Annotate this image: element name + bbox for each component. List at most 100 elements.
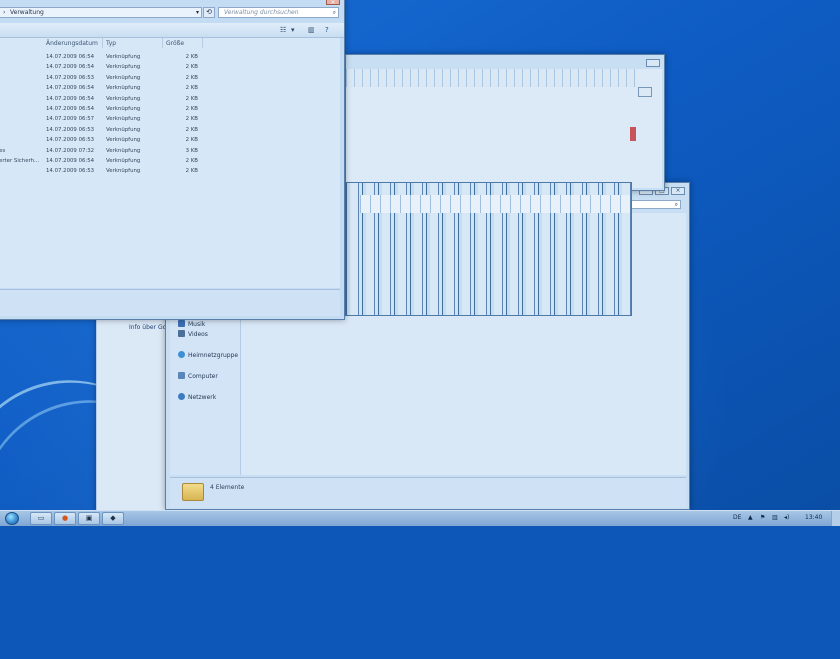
nav-item-computer[interactable]: Computer — [178, 372, 218, 380]
column-divider[interactable] — [202, 38, 203, 48]
show-desktop-button[interactable] — [831, 511, 840, 526]
red-indicator — [630, 127, 636, 141]
address-bar[interactable]: › Verwaltung ▾ — [0, 7, 202, 18]
nav-item-network[interactable]: Netzwerk — [178, 393, 216, 401]
cell-type: Verknüpfung — [106, 137, 141, 144]
network-icon — [178, 393, 185, 400]
clock[interactable]: 13:40 — [805, 514, 822, 521]
column-date[interactable]: Änderungsdatum — [46, 40, 98, 47]
cell-date: 14.07.2009 06:53 — [46, 74, 95, 81]
firefox-icon[interactable]: ● — [54, 512, 76, 525]
table-row[interactable]: 14.07.2009 06:54 Verknüpfung 2 KB — [0, 104, 340, 114]
cell-date: 14.07.2009 06:53 — [46, 168, 95, 175]
cell-date: 14.07.2009 07:32 — [46, 147, 95, 154]
monitor-icon[interactable]: ▣ — [78, 512, 100, 525]
nav-item-homegroup[interactable]: Heimnetzgruppe — [178, 351, 238, 359]
view-button[interactable] — [638, 87, 652, 97]
cell-size: 3 KB — [185, 147, 198, 154]
help-icon[interactable]: ? — [325, 26, 329, 34]
table-row[interactable]: 14.07.2009 06:53 Verknüpfung 2 KB — [0, 73, 340, 83]
cell-size: 2 KB — [185, 74, 198, 81]
cell-date: 14.07.2009 06:54 — [46, 95, 95, 102]
nav-item-videos[interactable]: Videos — [178, 330, 208, 338]
column-size[interactable]: Größe — [166, 40, 184, 47]
chevron-down-icon[interactable]: ▾ — [291, 26, 295, 34]
column-type[interactable]: Typ — [106, 40, 116, 47]
cell-size: 2 KB — [185, 137, 198, 144]
computer-icon — [178, 372, 185, 379]
cell-date: 14.07.2009 06:54 — [46, 106, 95, 112]
cell-size: 2 KB — [185, 126, 198, 133]
table-row[interactable]: 14.07.2009 06:53 Verknüpfung 2 KB — [0, 166, 340, 176]
nav-item-music[interactable]: Musik — [178, 320, 205, 328]
cell-type: Verknüpfung — [106, 168, 141, 175]
item-count: 4 Elemente — [210, 484, 245, 491]
search-icon: ⌕ — [674, 201, 678, 208]
table-row[interactable]: erter Sicherh... 14.07.2009 06:54 Verknüpf… — [0, 156, 340, 166]
volume-icon[interactable]: ◂) — [784, 514, 789, 521]
column-headers: Änderungsdatum Typ Größe — [0, 38, 340, 48]
window-control[interactable] — [646, 59, 660, 67]
cell-size: 2 KB — [185, 54, 198, 60]
view-options-icon[interactable]: ☷ — [280, 26, 286, 34]
cell-name: es — [0, 147, 6, 154]
address-text: Verwaltung — [10, 9, 44, 16]
table-row[interactable]: 14.07.2009 06:57 Verknüpfung 2 KB — [0, 114, 340, 124]
cell-size: 2 KB — [185, 85, 198, 92]
taskbar: ▭ ● ▣ ◆ DE ▲ ⚑ ▥ ◂) 13:40 — [0, 510, 840, 526]
cell-type: Verknüpfung — [106, 116, 141, 123]
table-row[interactable]: 14.07.2009 06:54 Verknüpfung 2 KB — [0, 52, 340, 62]
table-row[interactable]: 14.07.2009 06:54 Verknüpfung 2 KB — [0, 83, 340, 93]
flag-icon[interactable]: ⚑ — [760, 514, 765, 521]
toolbar: ☷ ▾ ▥ ? — [0, 23, 344, 38]
table-row[interactable]: es 14.07.2009 07:32 Verknüpfung 3 KB — [0, 146, 340, 156]
column-divider[interactable] — [102, 38, 103, 48]
close-button[interactable]: × — [326, 0, 340, 6]
address-chevron-icon: › — [3, 9, 6, 16]
language-indicator[interactable]: DE — [733, 514, 741, 521]
close-button[interactable]: × — [671, 187, 685, 195]
nav-label: Netzwerk — [188, 394, 217, 401]
music-icon — [178, 320, 185, 327]
homegroup-icon — [178, 351, 185, 358]
chevron-up-icon[interactable]: ▲ — [748, 514, 753, 521]
start-button[interactable] — [5, 512, 19, 525]
info-link[interactable]: Info über Go — [129, 324, 166, 331]
table-row[interactable]: 14.07.2009 06:54 Verknüpfung 2 KB — [0, 62, 340, 72]
cell-size: 2 KB — [185, 116, 198, 123]
search-input[interactable]: ⌕ — [626, 200, 681, 209]
network-tray-icon[interactable]: ▥ — [772, 514, 778, 521]
background-window: Info über Go — [96, 316, 168, 512]
search-icon: ⌕ — [332, 9, 336, 16]
chevron-down-icon[interactable]: ▾ — [196, 8, 199, 18]
status-bar — [0, 289, 340, 316]
cell-type: Verknüpfung — [106, 147, 141, 154]
table-row[interactable]: 14.07.2009 06:53 Verknüpfung 2 KB — [0, 135, 340, 145]
cell-type: Verknüpfung — [106, 106, 141, 112]
table-row[interactable]: 14.07.2009 06:54 Verknüpfung 2 KB — [0, 94, 340, 104]
video-icon — [178, 330, 185, 337]
cell-date: 14.07.2009 06:57 — [46, 116, 95, 123]
redraw-artifact — [346, 69, 636, 87]
column-divider[interactable] — [162, 38, 163, 48]
nav-label: Computer — [188, 373, 218, 380]
table-row[interactable]: 14.07.2009 06:53 Verknüpfung 2 KB — [0, 125, 340, 135]
search-input[interactable]: Verwaltung durchsuchen ⌕ — [218, 7, 339, 18]
cell-size: 2 KB — [185, 64, 198, 71]
cell-type: Verknüpfung — [106, 158, 141, 164]
cell-type: Verknüpfung — [106, 85, 141, 92]
file-list: Änderungsdatum Typ Größe 14.07.2009 06:5… — [0, 38, 340, 288]
cell-date: 14.07.2009 06:53 — [46, 137, 95, 144]
explorer-window: × › Verwaltung ▾ ⟲ Verwaltung durchsuche… — [0, 0, 345, 320]
cell-date: 14.07.2009 06:53 — [46, 126, 95, 133]
system-icon[interactable]: ◆ — [102, 512, 124, 525]
cell-size: 2 KB — [185, 95, 198, 102]
explorer-icon[interactable]: ▭ — [30, 512, 52, 525]
refresh-button[interactable]: ⟲ — [203, 7, 215, 18]
cell-size: 2 KB — [185, 168, 198, 175]
preview-pane-icon[interactable]: ▥ — [308, 26, 315, 34]
nav-label: Heimnetzgruppe — [188, 352, 239, 359]
library-folder-icon — [182, 483, 204, 501]
cell-type: Verknüpfung — [106, 54, 141, 60]
cell-size: 2 KB — [185, 106, 198, 112]
